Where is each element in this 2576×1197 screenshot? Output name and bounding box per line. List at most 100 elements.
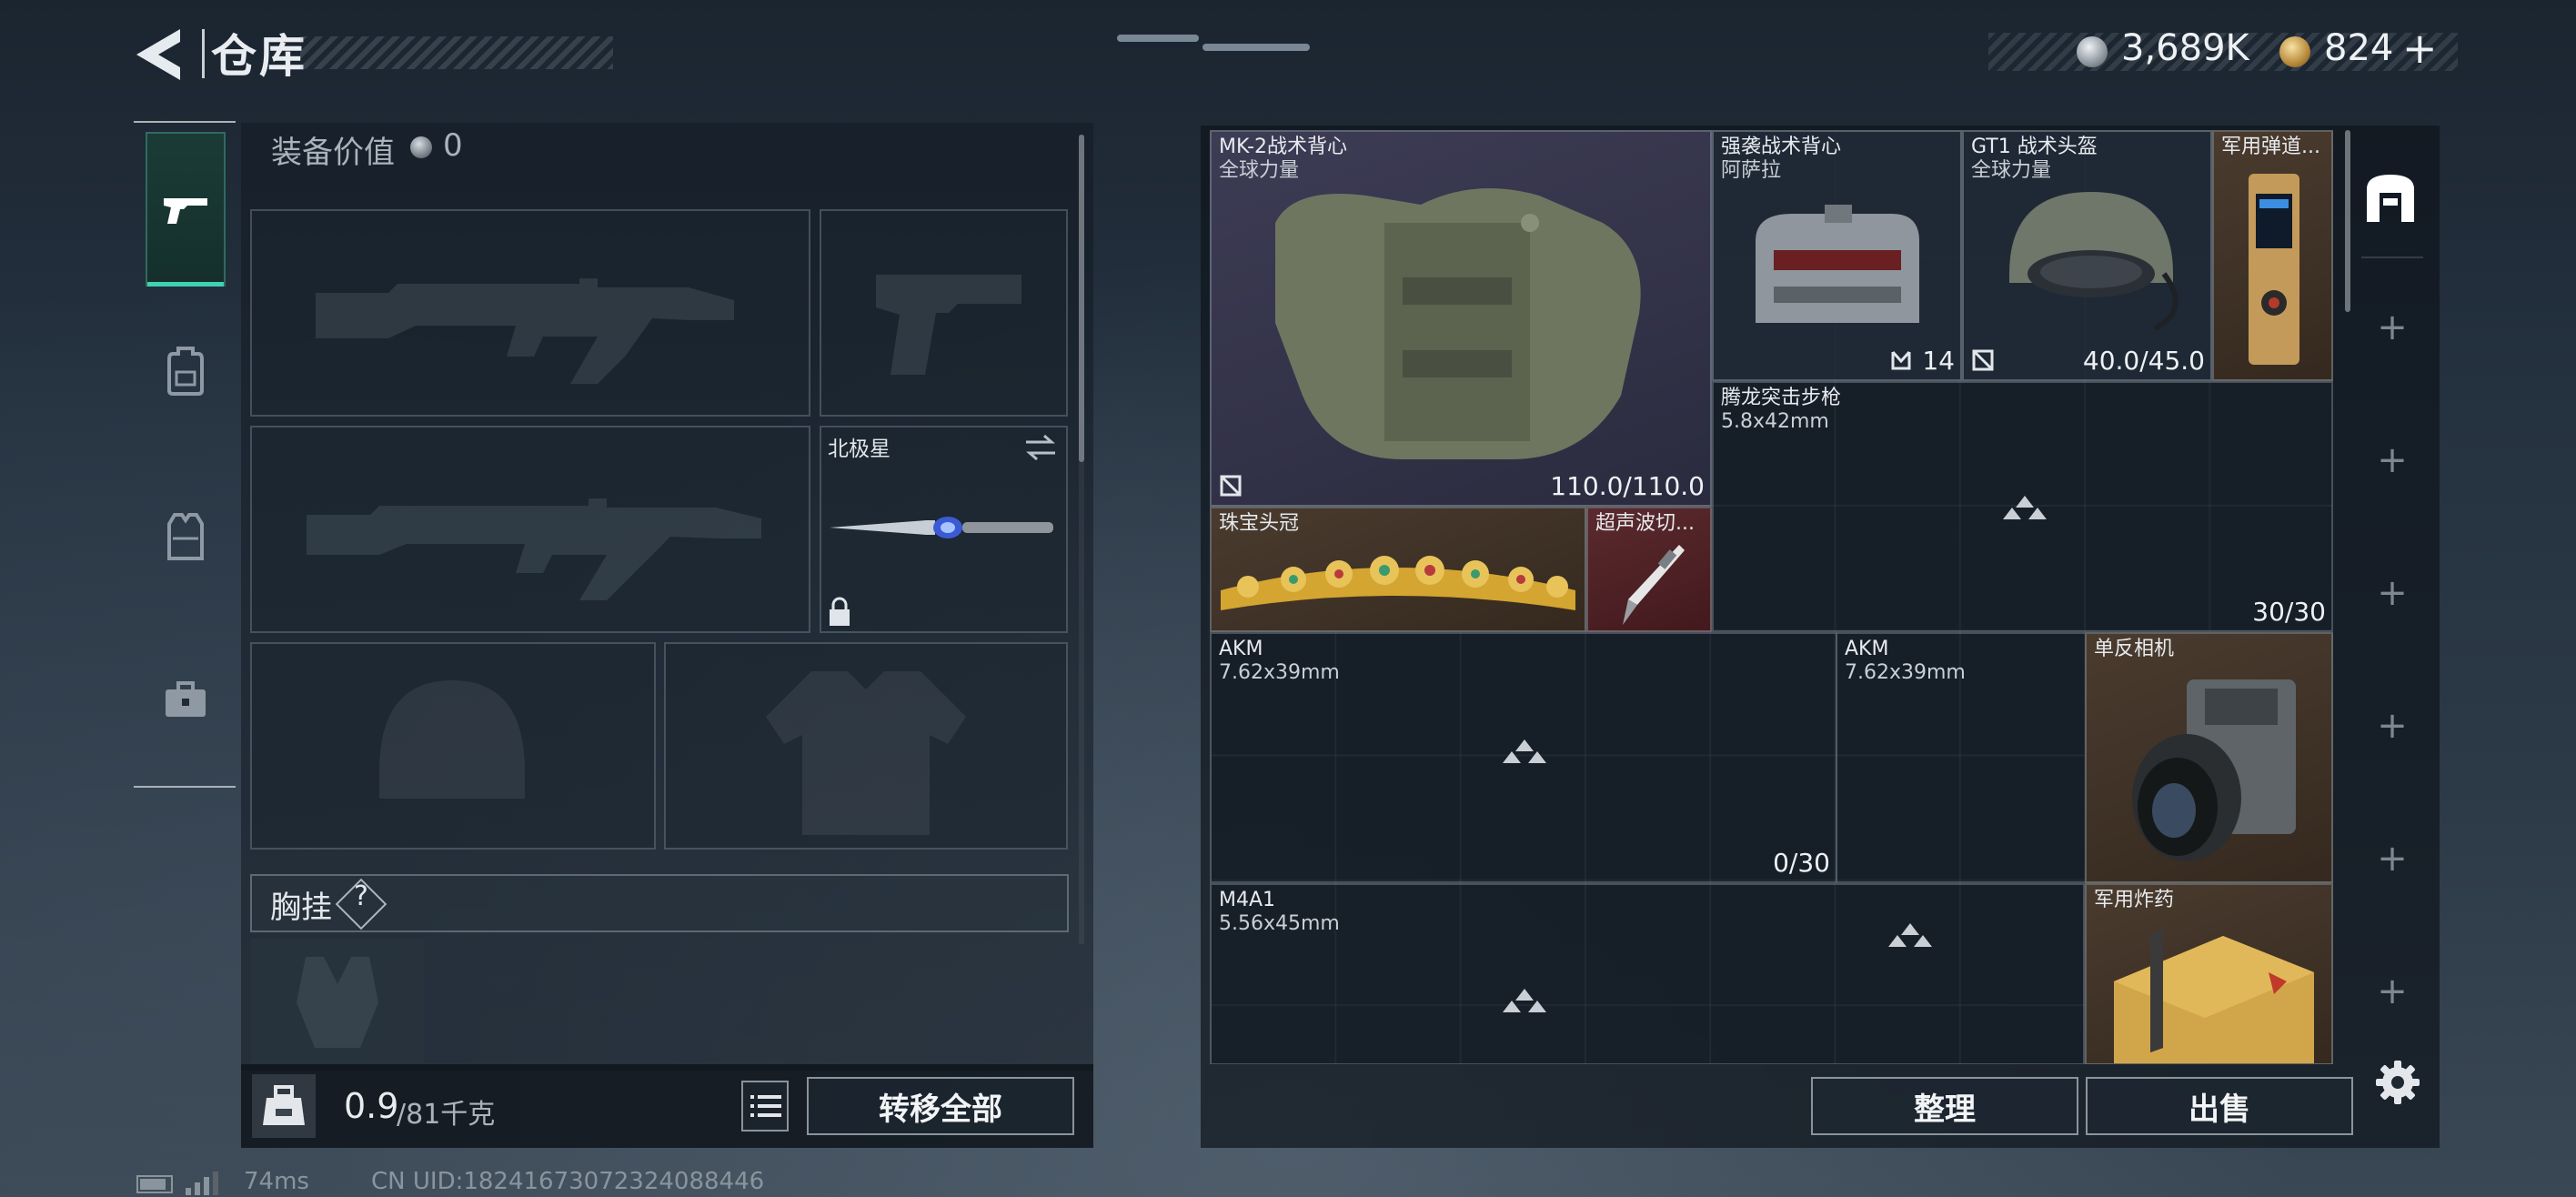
backpack-image: [1756, 205, 1919, 323]
list-icon: [750, 1095, 781, 1117]
capacity-icon: [1891, 350, 1911, 370]
item-name: 强袭战术背心: [1721, 136, 1842, 158]
stash-page-icon[interactable]: [2361, 169, 2420, 227]
add-stash-page-plus-icon[interactable]: +: [2372, 971, 2412, 1011]
tab-briefcase[interactable]: [146, 632, 226, 769]
knife-image: [830, 517, 1053, 538]
battery-level: [140, 1179, 166, 1190]
crown-image: [1221, 556, 1575, 610]
weight-max: /81千克: [397, 1099, 496, 1131]
item-name: 单反相机: [2094, 638, 2175, 660]
back-arrow-icon[interactable]: [127, 25, 191, 84]
stash-grid[interactable]: MK-2战术背心 全球力量 110.0/110.0 强袭战术背心 阿萨拉 14: [1210, 130, 2333, 1064]
primary-weapon-slot[interactable]: [250, 209, 810, 417]
gold-amount: 824: [2324, 27, 2394, 69]
item-name: AKM: [1219, 638, 1263, 660]
lock-icon: [830, 597, 850, 626]
chest-rig-label: 胸挂: [270, 890, 332, 926]
signal-icon: [186, 1172, 218, 1195]
stash-item-military-explosive[interactable]: 军用炸药: [2085, 883, 2333, 1064]
item-ammo: 0/30: [1773, 848, 1830, 878]
chest-rig-silhouette-icon: [297, 957, 378, 1048]
item-name: GT1 战术头盔: [1971, 136, 2098, 158]
explosive-crate-image: [2114, 930, 2314, 1063]
tab-weapons[interactable]: [146, 132, 226, 287]
loadout-scrollbar-thumb[interactable]: [1079, 135, 1084, 462]
item-subtitle: 7.62x39mm: [1845, 661, 1966, 684]
tactical-vest-image: [1275, 188, 1641, 459]
ceiling-light: [1202, 44, 1310, 51]
weight-current: 0.9: [344, 1086, 399, 1126]
kettlebell-icon: [263, 1085, 305, 1125]
stash-item-mk2-vest[interactable]: MK-2战术背心 全球力量 110.0/110.0: [1210, 130, 1712, 507]
chest-rig-slot[interactable]: [251, 939, 424, 1066]
pistol-icon: [164, 198, 207, 224]
stash-item-m4a1[interactable]: M4A1 5.56x45mm: [1210, 883, 2085, 1064]
item-durability: 110.0/110.0: [1550, 471, 1705, 501]
ceiling-light: [1117, 35, 1199, 42]
stash-item-akm[interactable]: AKM 7.62x39mm 0/30: [1210, 632, 1837, 883]
stash-item-tenglong-rifle[interactable]: 腾龙突击步枪 5.8x42mm 30/30: [1712, 381, 2333, 632]
durability-broken-icon: [1972, 349, 1994, 371]
armor-slot[interactable]: [664, 642, 1068, 850]
weapon-placeholder-icon: [2003, 496, 2047, 519]
stash-item-assault-backpack[interactable]: 强袭战术背心 阿萨拉 14: [1712, 130, 1962, 381]
item-name: 腾龙突击步枪: [1721, 387, 1842, 409]
rifle-silhouette-icon: [316, 278, 734, 384]
pistol-slot[interactable]: [820, 209, 1068, 417]
sort-button[interactable]: 整理: [1811, 1077, 2078, 1135]
item-subtitle: 5.8x42mm: [1721, 410, 1829, 433]
stash-item-akm[interactable]: AKM 7.62x39mm: [1836, 632, 2087, 883]
add-stash-page-plus-icon[interactable]: +: [2372, 839, 2412, 879]
helmet-slot[interactable]: [250, 642, 656, 850]
helmet-silhouette-icon: [379, 680, 525, 799]
durability-broken-icon: [1220, 475, 1242, 497]
gear-icon[interactable]: [2374, 1059, 2421, 1106]
helmet-image: [2009, 192, 2179, 331]
item-name: 超声波切...: [1595, 512, 1695, 535]
ballistic-computer-image: [2249, 174, 2299, 365]
stash-item-ultrasonic-cutter[interactable]: 超声波切...: [1586, 507, 1712, 632]
add-stash-page-plus-icon[interactable]: +: [2372, 573, 2412, 613]
stash-item-military-ballistic[interactable]: 军用弹道...: [2212, 130, 2333, 381]
transfer-all-button[interactable]: 转移全部: [807, 1077, 1074, 1135]
tab-backpack[interactable]: [146, 302, 226, 438]
list-view-button[interactable]: [741, 1081, 789, 1132]
item-name: 军用炸药: [2094, 889, 2175, 911]
item-subtitle: 阿萨拉: [1721, 159, 1782, 182]
gold-coin-icon: [2279, 36, 2310, 67]
camera-image: [2132, 679, 2296, 861]
silver-coin-icon: [2077, 36, 2108, 67]
equip-value-amount: 0: [443, 127, 463, 164]
page-title: 仓库: [211, 30, 307, 83]
item-subtitle: 5.56x45mm: [1219, 912, 1340, 935]
pistol-silhouette-icon: [876, 275, 1021, 375]
stash-item-jewelry-crown[interactable]: 珠宝头冠: [1210, 507, 1586, 632]
briefcase-icon: [166, 681, 206, 717]
cutter-image: [1623, 545, 1685, 625]
swap-icon[interactable]: [1022, 433, 1059, 462]
user-uid: CN UID:18241673072324088446: [371, 1168, 765, 1195]
add-currency-plus-icon[interactable]: +: [2402, 24, 2438, 73]
add-stash-page-plus-icon[interactable]: +: [2372, 440, 2412, 480]
stash-scrollbar-thumb[interactable]: [2345, 130, 2350, 312]
melee-weapon-name: 北极星: [828, 438, 891, 461]
weapon-placeholder-icon: [1503, 989, 1546, 1012]
sell-button[interactable]: 出售: [2086, 1077, 2353, 1135]
item-capacity: 14: [1922, 346, 1955, 376]
stash-item-gt1-helmet[interactable]: GT1 战术头盔 全球力量 40.0/45.0: [1962, 130, 2212, 381]
item-durability: 40.0/45.0: [2082, 346, 2205, 376]
backpack-icon: [167, 347, 204, 396]
weight-icon: [252, 1074, 316, 1138]
rifle-silhouette-icon: [307, 498, 761, 600]
secondary-weapon-slot[interactable]: [250, 426, 810, 633]
tab-vest[interactable]: [146, 468, 226, 605]
stash-item-dslr-camera[interactable]: 单反相机: [2085, 632, 2333, 883]
add-stash-page-plus-icon[interactable]: +: [2372, 706, 2412, 746]
silver-amount: 3,689K: [2121, 27, 2249, 69]
title-divider: [202, 29, 205, 78]
add-stash-page-plus-icon[interactable]: +: [2372, 307, 2412, 347]
rail-top-line: [134, 121, 236, 123]
sidebar-divider: [2361, 256, 2423, 258]
item-subtitle: 7.62x39mm: [1219, 661, 1340, 684]
